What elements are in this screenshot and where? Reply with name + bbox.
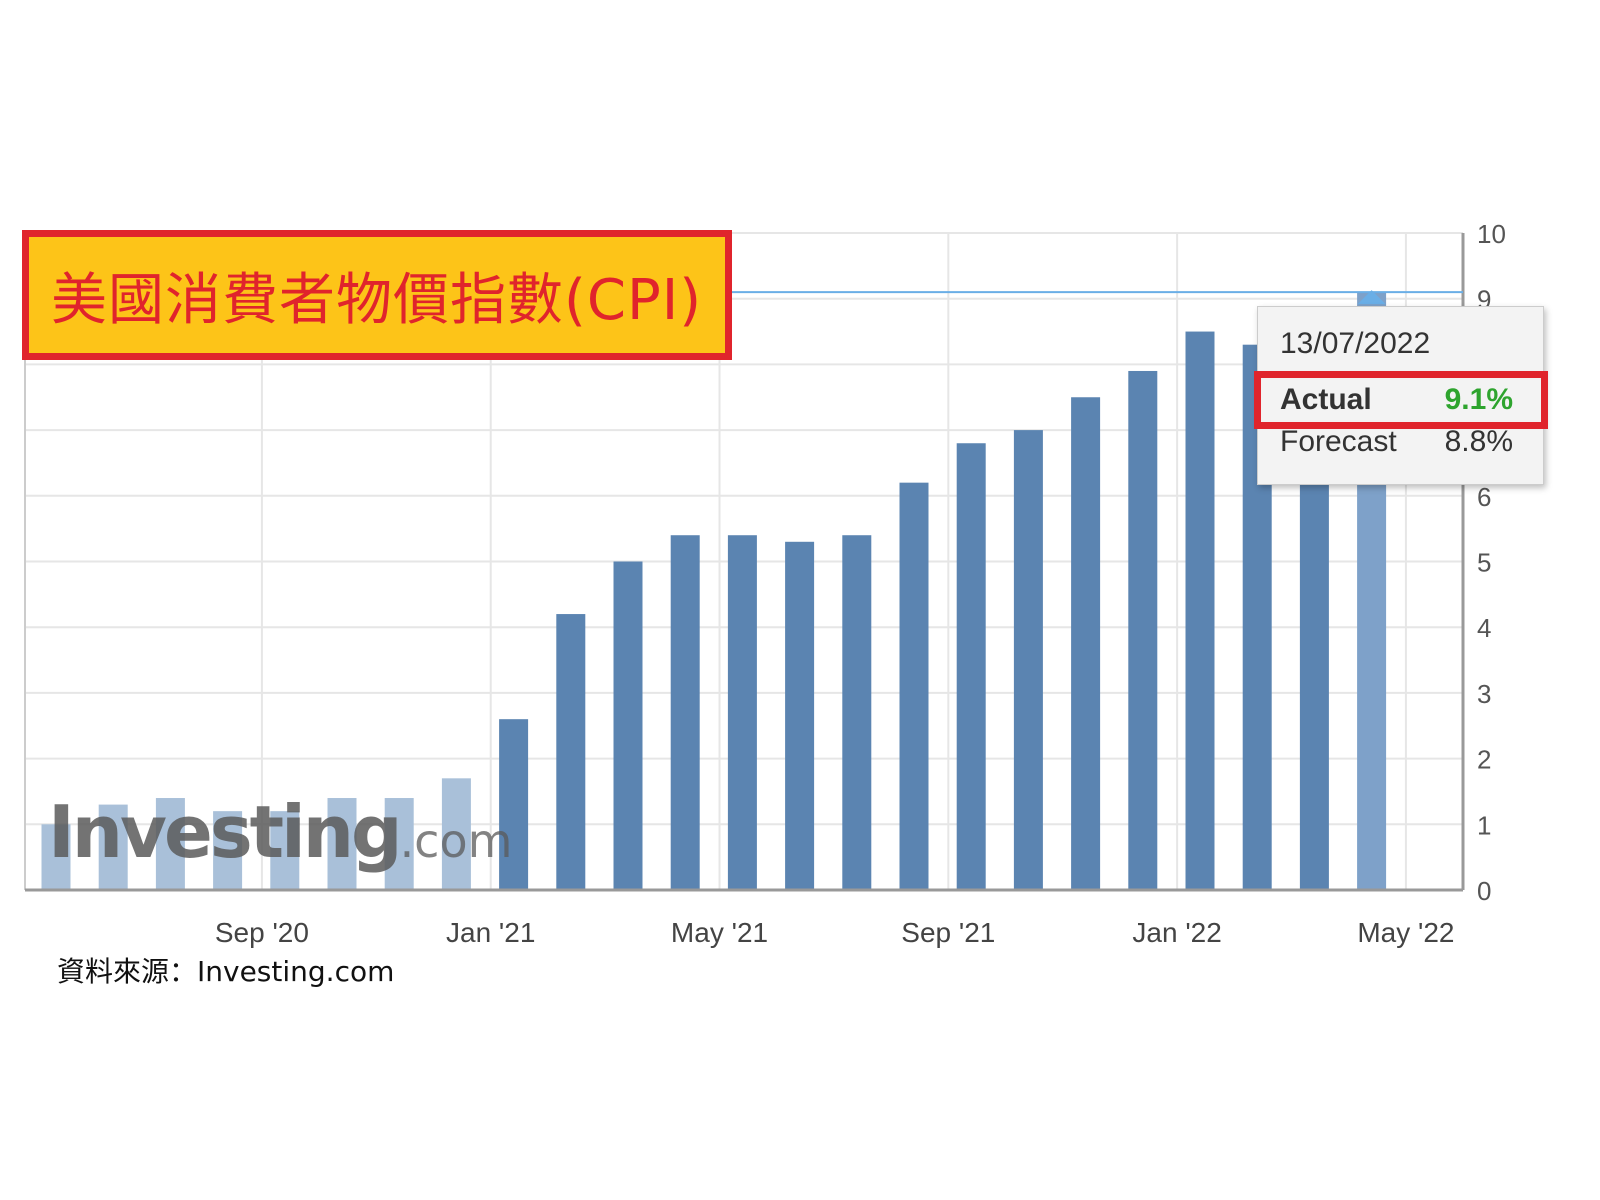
x-tick-label: May '21 <box>671 917 768 948</box>
tooltip-actual-row: Actual 9.1% <box>1254 371 1548 429</box>
bar-Nov '21 <box>956 443 986 890</box>
tooltip-date: 13/07/2022 <box>1280 327 1431 360</box>
bar-Dec '21 <box>1013 430 1043 890</box>
bar-Mar '22 <box>1185 331 1215 890</box>
tooltip-forecast-value: 8.8% <box>1444 425 1513 458</box>
y-tick-label: 0 <box>1477 876 1491 906</box>
bar-Jul '21 <box>727 535 757 890</box>
data-source-caption: 資料來源：Investing.com <box>57 955 395 988</box>
watermark-main-text: Investing <box>48 790 403 874</box>
x-tick-label: Jan '22 <box>1132 917 1221 948</box>
y-tick-label: 10 <box>1477 219 1506 249</box>
bar-Oct '21 <box>899 482 929 890</box>
bar-Aug '21 <box>785 541 815 890</box>
y-tick-label: 4 <box>1477 613 1491 643</box>
investing-logo-watermark: Investing.com <box>48 790 512 874</box>
bar-May '21 <box>613 561 643 890</box>
y-tick-label: 1 <box>1477 810 1491 840</box>
bar-Feb '22 <box>1128 370 1158 891</box>
x-tick-label: Sep '20 <box>215 917 309 948</box>
bar-Sep '21 <box>842 535 872 890</box>
x-tick-label: May '22 <box>1357 917 1454 948</box>
y-tick-label: 6 <box>1477 482 1491 512</box>
chart-title-banner: 美國消費者物價指數(CPI) <box>22 230 732 360</box>
x-tick-label: Jan '21 <box>446 917 535 948</box>
watermark-suffix-text: .com <box>399 814 513 868</box>
cpi-bar-chart: 012345678910Sep '20Jan '21May '21Sep '21… <box>24 219 1506 948</box>
tooltip-forecast-label: Forecast <box>1280 425 1397 458</box>
tooltip-actual-value: 9.1% <box>1444 383 1513 416</box>
tooltip-actual-label: Actual <box>1280 383 1372 416</box>
tooltip-forecast-row: Forecast 8.8% <box>1258 425 1543 471</box>
bar-Jan '22 <box>1071 397 1101 890</box>
chart-title: 美國消費者物價指數(CPI) <box>51 267 703 333</box>
data-tooltip: 13/07/2022 Actual 9.1% Forecast 8.8% <box>1254 306 1548 485</box>
x-tick-label: Sep '21 <box>901 917 995 948</box>
y-tick-label: 3 <box>1477 679 1491 709</box>
bar-Jun '21 <box>670 535 700 890</box>
bar-Apr '21 <box>556 614 586 890</box>
y-tick-label: 2 <box>1477 745 1491 775</box>
y-tick-label: 5 <box>1477 548 1491 578</box>
